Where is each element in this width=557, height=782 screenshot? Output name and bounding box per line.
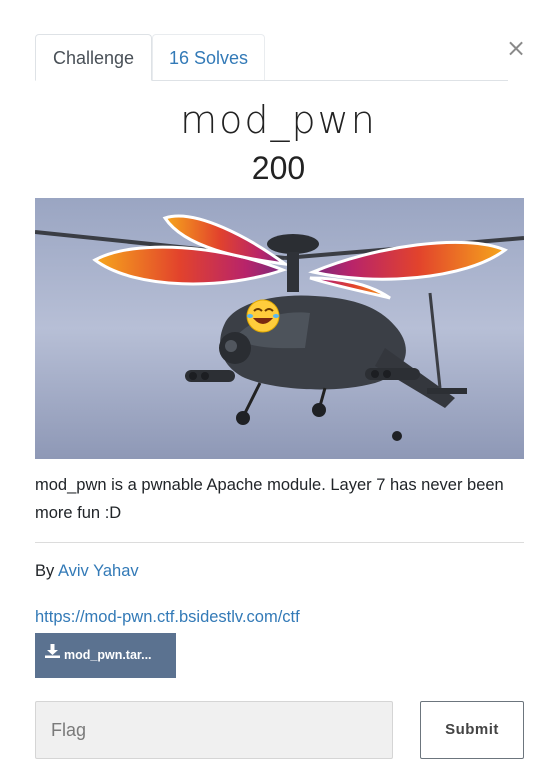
author-line: By Aviv Yahav [35, 562, 139, 581]
submit-button[interactable]: Submit [420, 701, 524, 759]
download-file-label: mod_pwn.tar... [64, 648, 152, 662]
author-link[interactable]: Aviv Yahav [58, 562, 139, 580]
laughing-emoji-icon [246, 299, 280, 333]
tab-solves[interactable]: 16 Solves [152, 34, 265, 80]
close-icon[interactable]: × [504, 36, 528, 60]
divider [35, 542, 524, 543]
challenge-modal: Challenge 16 Solves × mod_pwn 200 mod_pw… [0, 0, 557, 782]
challenge-tabs: Challenge 16 Solves [35, 34, 508, 81]
challenge-image [35, 198, 524, 459]
author-prefix: By [35, 562, 58, 580]
download-icon [45, 633, 60, 677]
connection-link[interactable]: https://mod-pwn.ctf.bsidestlv.com/ctf [35, 608, 300, 627]
challenge-name: mod_pwn [180, 98, 377, 142]
tab-challenge[interactable]: Challenge [35, 34, 152, 81]
download-file-button[interactable]: mod_pwn.tar... [35, 633, 176, 678]
challenge-value: 200 [251, 150, 306, 186]
challenge-description: mod_pwn is a pwnable Apache module. Laye… [35, 476, 504, 522]
flag-input[interactable] [35, 701, 393, 759]
